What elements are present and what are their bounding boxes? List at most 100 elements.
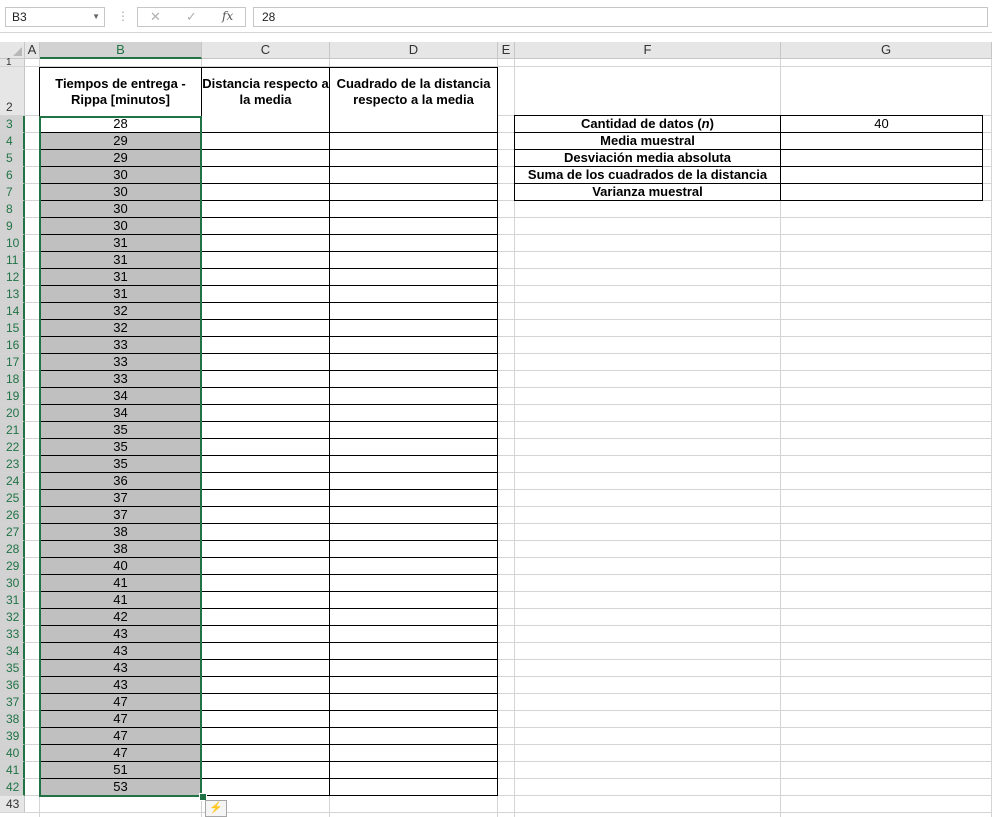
data-cell-d31[interactable] (329, 592, 498, 609)
summary-value-g7[interactable] (781, 184, 983, 201)
data-cell-c30[interactable] (201, 575, 330, 592)
data-cell-d21[interactable] (329, 422, 498, 439)
chevron-down-icon[interactable]: ▼ (92, 8, 100, 26)
row-header-9[interactable]: 9 (0, 218, 25, 235)
data-cell-b24[interactable]: 36 (39, 473, 202, 490)
row-header-14[interactable]: 14 (0, 303, 25, 320)
row-header-4[interactable]: 4 (0, 133, 25, 150)
data-cell-c40[interactable] (201, 745, 330, 762)
data-cell-d12[interactable] (329, 269, 498, 286)
data-cell-d23[interactable] (329, 456, 498, 473)
column-header-e[interactable]: E (498, 42, 515, 59)
data-cell-b18[interactable]: 33 (39, 371, 202, 388)
data-cell-b23[interactable]: 35 (39, 456, 202, 473)
column-header-c[interactable]: C (202, 42, 330, 59)
data-cell-c11[interactable] (201, 252, 330, 269)
row-header-27[interactable]: 27 (0, 524, 25, 541)
data-cell-b27[interactable]: 38 (39, 524, 202, 541)
row-header-38[interactable]: 38 (0, 711, 25, 728)
data-cell-d42[interactable] (329, 779, 498, 796)
data-cell-d9[interactable] (329, 218, 498, 235)
data-cell-d27[interactable] (329, 524, 498, 541)
data-cell-c24[interactable] (201, 473, 330, 490)
data-cell-d24[interactable] (329, 473, 498, 490)
data-cell-c16[interactable] (201, 337, 330, 354)
row-header-17[interactable]: 17 (0, 354, 25, 371)
summary-label-f7[interactable]: Varianza muestral (514, 184, 781, 201)
data-cell-c23[interactable] (201, 456, 330, 473)
data-cell-c31[interactable] (201, 592, 330, 609)
quick-analysis-icon[interactable]: ⚡ (205, 800, 227, 817)
summary-value-g5[interactable] (781, 150, 983, 167)
data-cell-c5[interactable] (201, 150, 330, 167)
data-cell-d4[interactable] (329, 133, 498, 150)
data-cell-d13[interactable] (329, 286, 498, 303)
row-header-10[interactable]: 10 (0, 235, 25, 252)
data-cell-c12[interactable] (201, 269, 330, 286)
data-cell-d36[interactable] (329, 677, 498, 694)
data-cell-d16[interactable] (329, 337, 498, 354)
row-header-21[interactable]: 21 (0, 422, 25, 439)
data-cell-b42[interactable]: 53 (39, 779, 202, 796)
data-cell-b39[interactable]: 47 (39, 728, 202, 745)
row-header-43[interactable]: 43 (0, 796, 25, 813)
summary-label-f5[interactable]: Desviación media absoluta (514, 150, 781, 167)
column-header-b[interactable]: B (40, 42, 202, 59)
data-cell-c8[interactable] (201, 201, 330, 218)
data-cell-c38[interactable] (201, 711, 330, 728)
data-cell-b41[interactable]: 51 (39, 762, 202, 779)
row-header-35[interactable]: 35 (0, 660, 25, 677)
data-cell-b36[interactable]: 43 (39, 677, 202, 694)
data-cell-c14[interactable] (201, 303, 330, 320)
data-cell-c32[interactable] (201, 609, 330, 626)
row-header-39[interactable]: 39 (0, 728, 25, 745)
data-cell-c7[interactable] (201, 184, 330, 201)
summary-value-g3[interactable]: 40 (781, 115, 983, 133)
data-cell-d41[interactable] (329, 762, 498, 779)
summary-label-f3[interactable]: Cantidad de datos (n)Cantidad de datos (… (514, 115, 781, 133)
data-cell-d8[interactable] (329, 201, 498, 218)
row-header-18[interactable]: 18 (0, 371, 25, 388)
row-header-1[interactable]: 1 (0, 58, 25, 68)
data-cell-b28[interactable]: 38 (39, 541, 202, 558)
row-header-40[interactable]: 40 (0, 745, 25, 762)
data-cell-c27[interactable] (201, 524, 330, 541)
summary-label-f6[interactable]: Suma de los cuadrados de la distancia (514, 167, 781, 184)
data-cell-b11[interactable]: 31 (39, 252, 202, 269)
data-cell-b35[interactable]: 43 (39, 660, 202, 677)
data-cell-b33[interactable]: 43 (39, 626, 202, 643)
data-cell-b12[interactable]: 31 (39, 269, 202, 286)
data-cell-d20[interactable] (329, 405, 498, 422)
data-cell-d17[interactable] (329, 354, 498, 371)
data-cell-d30[interactable] (329, 575, 498, 592)
column-header-g[interactable]: G (781, 42, 992, 59)
data-cell-d32[interactable] (329, 609, 498, 626)
row-header-42[interactable]: 42 (0, 779, 25, 796)
data-cell-c36[interactable] (201, 677, 330, 694)
data-cell-c22[interactable] (201, 439, 330, 456)
data-cell-c33[interactable] (201, 626, 330, 643)
column-header-f[interactable]: F (515, 42, 781, 59)
data-cell-b40[interactable]: 47 (39, 745, 202, 762)
column-header-d[interactable]: D (330, 42, 498, 59)
data-cell-b13[interactable]: 31 (39, 286, 202, 303)
data-cell-d29[interactable] (329, 558, 498, 575)
data-cell-c10[interactable] (201, 235, 330, 252)
row-header-20[interactable]: 20 (0, 405, 25, 422)
data-cell-d25[interactable] (329, 490, 498, 507)
row-header-34[interactable]: 34 (0, 643, 25, 660)
insert-function-icon[interactable]: fx (222, 9, 233, 23)
row-header-3[interactable]: 3 (0, 116, 25, 133)
data-cell-b29[interactable]: 40 (39, 558, 202, 575)
row-header-13[interactable]: 13 (0, 286, 25, 303)
data-cell-d3[interactable] (329, 116, 498, 133)
data-cell-b25[interactable]: 37 (39, 490, 202, 507)
data-cell-d10[interactable] (329, 235, 498, 252)
data-cell-c3[interactable] (201, 116, 330, 133)
data-cell-b10[interactable]: 31 (39, 235, 202, 252)
data-cell-b8[interactable]: 30 (39, 201, 202, 218)
data-cell-c20[interactable] (201, 405, 330, 422)
data-cell-c37[interactable] (201, 694, 330, 711)
data-cell-c18[interactable] (201, 371, 330, 388)
data-cell-b30[interactable]: 41 (39, 575, 202, 592)
